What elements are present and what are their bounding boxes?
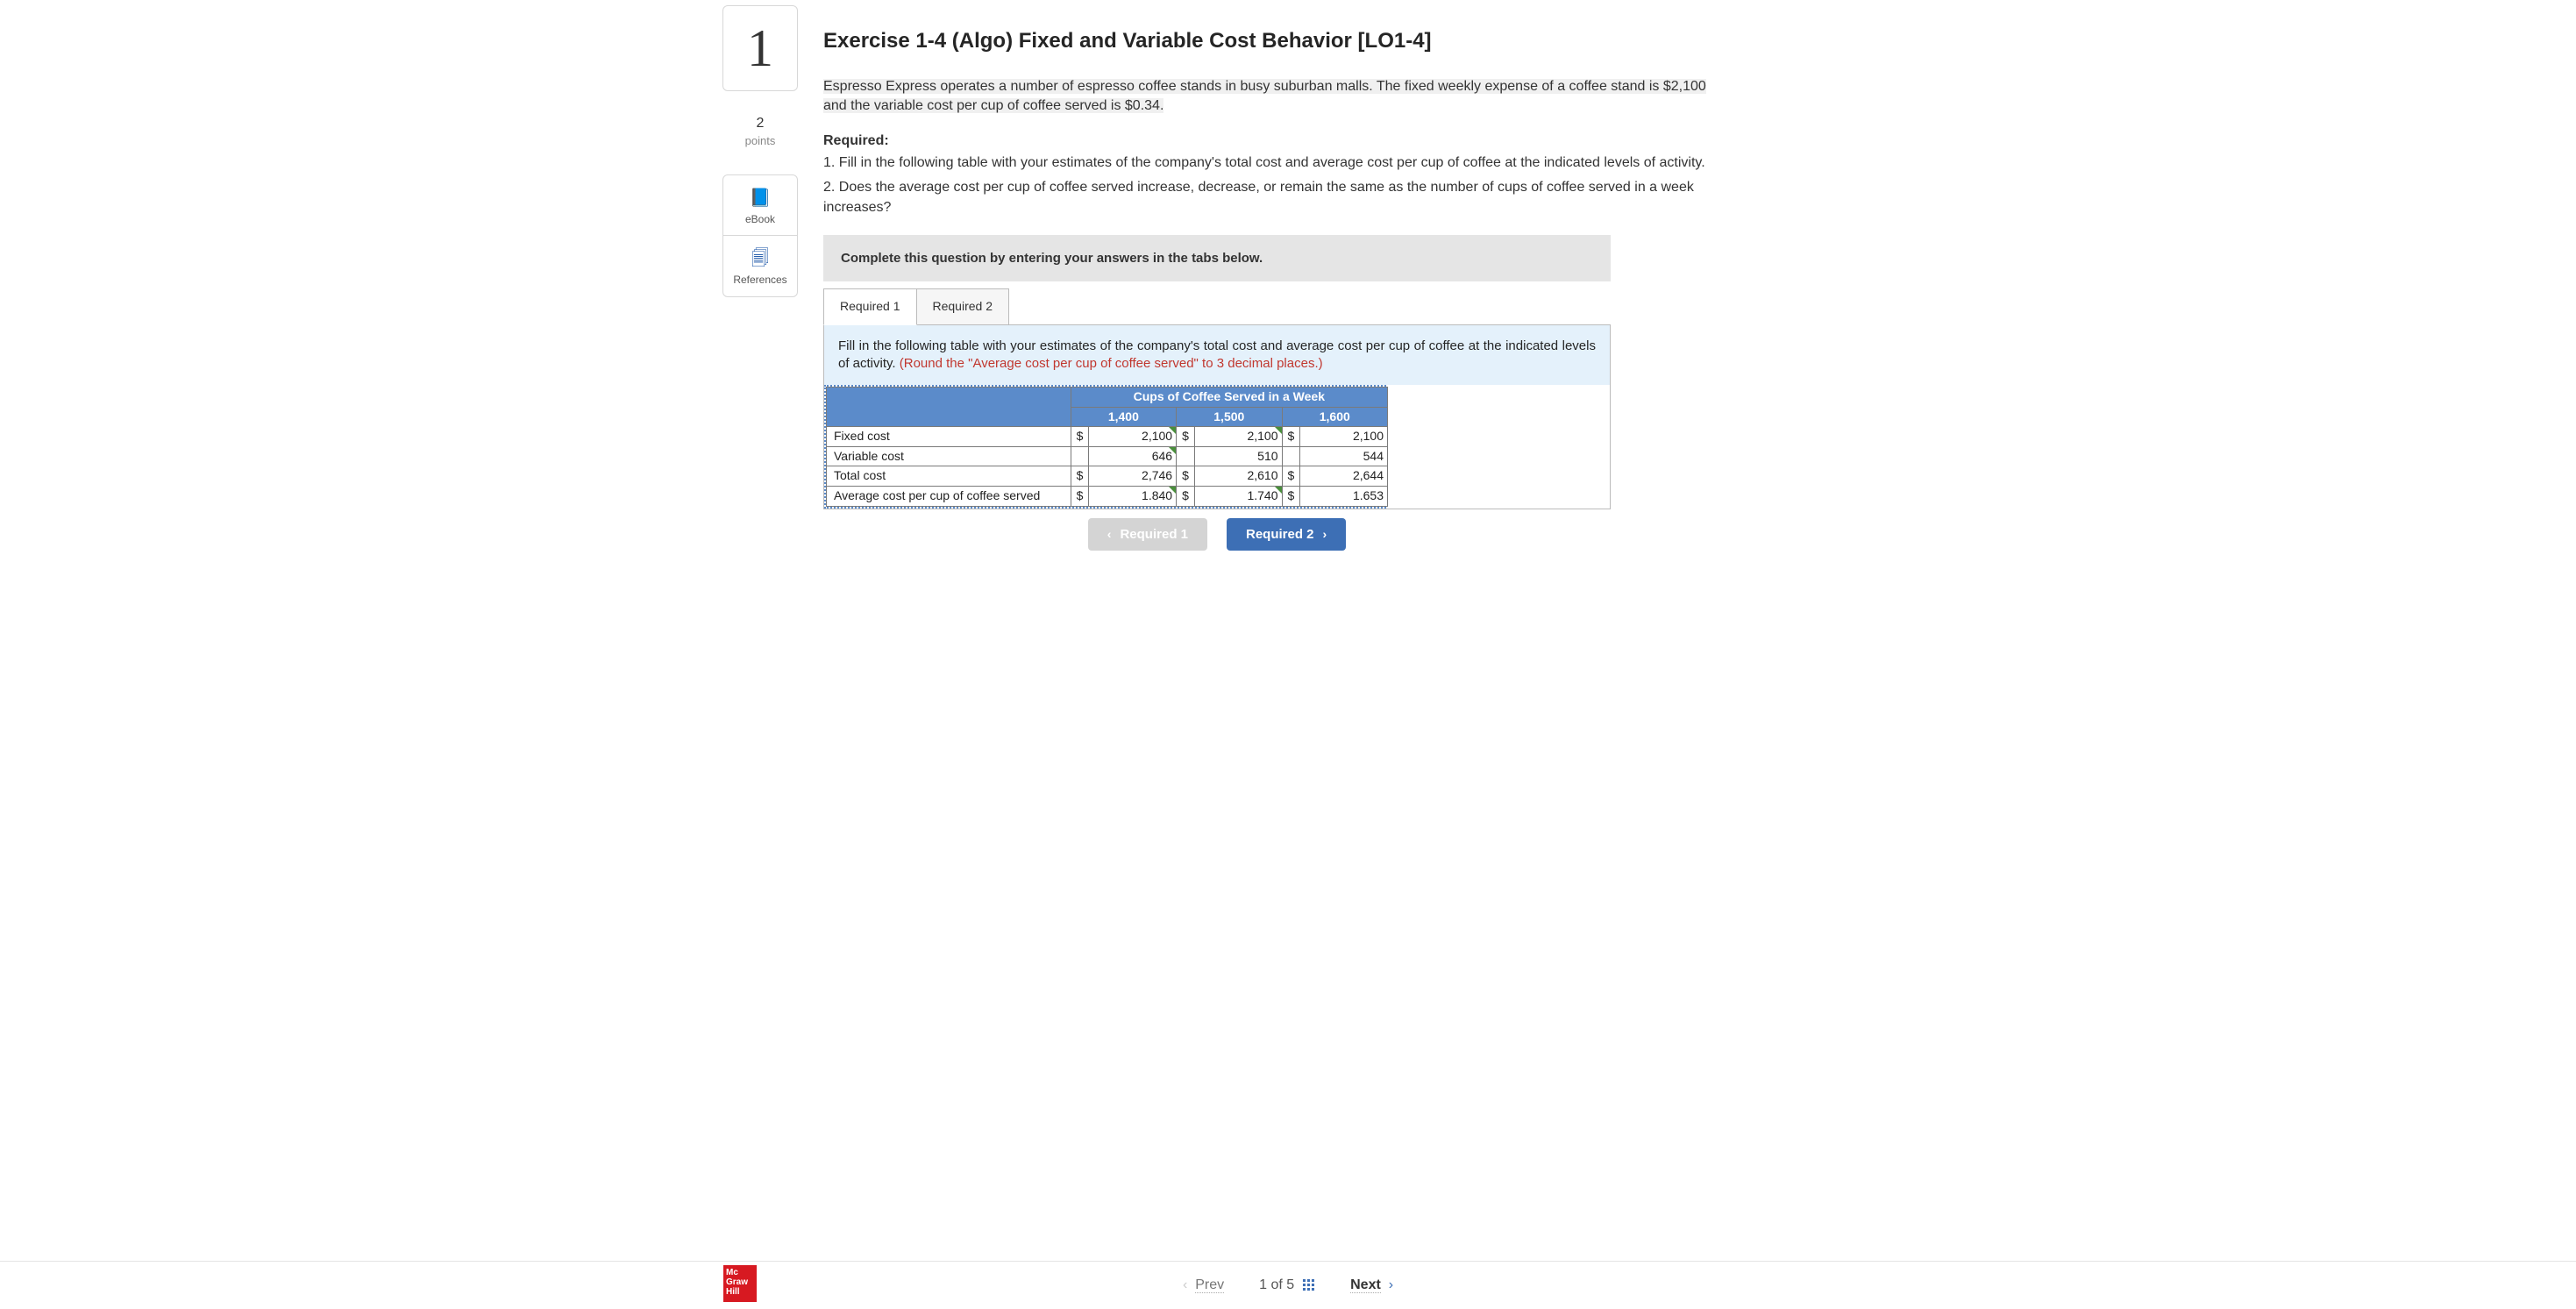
- validation-corner-icon: [1169, 487, 1176, 494]
- table-row: Average cost per cup of coffee served$1.…: [827, 487, 1388, 507]
- col-header-2: 1,500: [1177, 407, 1282, 427]
- cell-input[interactable]: 2,644: [1300, 466, 1388, 487]
- references-button[interactable]: 🗐 References: [723, 235, 797, 296]
- book-icon: 📘: [727, 186, 793, 210]
- cell-input[interactable]: 646: [1089, 446, 1177, 466]
- currency-symbol: [1177, 446, 1195, 466]
- chevron-right-icon: ›: [1323, 527, 1327, 541]
- tab-required-1[interactable]: Required 1: [823, 288, 917, 325]
- tabs: Required 1 Required 2: [823, 288, 1709, 325]
- resource-buttons: 📘 eBook 🗐 References: [722, 174, 798, 298]
- validation-corner-icon: [1169, 427, 1176, 434]
- currency-symbol: $: [1177, 427, 1195, 447]
- step-nav: ‹ Required 1 Required 2 ›: [823, 518, 1611, 551]
- page-title: Exercise 1-4 (Algo) Fixed and Variable C…: [823, 26, 1709, 56]
- instruction-bar: Complete this question by entering your …: [823, 235, 1611, 281]
- table-row: Variable cost 646 510 544: [827, 446, 1388, 466]
- cell-input[interactable]: 2,100: [1089, 427, 1177, 447]
- cell-input[interactable]: 2,100: [1300, 427, 1388, 447]
- currency-symbol: $: [1071, 427, 1089, 447]
- points-label: points: [722, 133, 798, 149]
- currency-symbol: [1282, 446, 1300, 466]
- points-block: 2 points: [722, 114, 798, 150]
- prev-step-button: ‹ Required 1: [1088, 518, 1207, 551]
- ebook-label: eBook: [745, 213, 775, 225]
- rounding-note: (Round the "Average cost per cup of coff…: [900, 356, 1323, 371]
- row-label: Average cost per cup of coffee served: [827, 487, 1071, 507]
- tab-required-2[interactable]: Required 2: [916, 288, 1010, 325]
- table-row: Fixed cost$2,100$2,100$2,100: [827, 427, 1388, 447]
- question-number-box: 1: [722, 5, 798, 91]
- chevron-left-icon: ‹: [1183, 1277, 1187, 1292]
- footer-next[interactable]: Next ›: [1350, 1276, 1393, 1295]
- chevron-right-icon: ›: [1389, 1277, 1393, 1292]
- row-label: Variable cost: [827, 446, 1071, 466]
- logo-line-2: Graw: [726, 1277, 754, 1287]
- cell-input[interactable]: 2,100: [1194, 427, 1282, 447]
- row-label: Fixed cost: [827, 427, 1071, 447]
- footer-position: 1 of 5: [1259, 1276, 1315, 1295]
- required-header: Required:: [823, 132, 1709, 151]
- currency-symbol: $: [1177, 487, 1195, 507]
- footer-prev[interactable]: ‹ Prev: [1183, 1276, 1224, 1295]
- footer-next-label: Next: [1350, 1277, 1381, 1293]
- currency-symbol: $: [1282, 466, 1300, 487]
- required-item-2: 2. Does the average cost per cup of coff…: [823, 178, 1709, 217]
- cost-table: Cups of Coffee Served in a Week 1,400 1,…: [826, 387, 1388, 507]
- validation-corner-icon: [1275, 427, 1282, 434]
- grid-icon[interactable]: [1303, 1279, 1315, 1291]
- cell-input[interactable]: 2,746: [1089, 466, 1177, 487]
- cell-input[interactable]: 2,610: [1194, 466, 1282, 487]
- footer-prev-label: Prev: [1195, 1277, 1224, 1293]
- cell-input[interactable]: 544: [1300, 446, 1388, 466]
- scenario-text: Espresso Express operates a number of es…: [823, 79, 1706, 113]
- footer-bar: Mc Graw Hill ‹ Prev 1 of 5 Next ›: [0, 1261, 2576, 1309]
- logo-line-3: Hill: [726, 1287, 754, 1297]
- footer-position-text: 1 of 5: [1259, 1276, 1294, 1295]
- tab-body: Fill in the following table with your es…: [823, 324, 1611, 509]
- question-number: 1: [747, 11, 773, 85]
- currency-symbol: $: [1282, 487, 1300, 507]
- row-label: Total cost: [827, 466, 1071, 487]
- col-header-1: 1,400: [1071, 407, 1176, 427]
- currency-symbol: $: [1071, 466, 1089, 487]
- validation-corner-icon: [1169, 447, 1176, 454]
- ebook-button[interactable]: 📘 eBook: [723, 175, 797, 236]
- validation-corner-icon: [1275, 487, 1282, 494]
- tab-label: Required 2: [933, 299, 993, 313]
- prompt-block: Espresso Express operates a number of es…: [823, 77, 1709, 217]
- cell-input[interactable]: 1.840: [1089, 487, 1177, 507]
- references-label: References: [733, 274, 786, 286]
- copy-icon: 🗐: [727, 246, 793, 271]
- next-step-label: Required 2: [1246, 527, 1314, 542]
- cell-input[interactable]: 510: [1194, 446, 1282, 466]
- blank-corner: [827, 388, 1071, 427]
- currency-symbol: [1071, 446, 1089, 466]
- table-row: Total cost$2,746$2,610$2,644: [827, 466, 1388, 487]
- currency-symbol: $: [1071, 487, 1089, 507]
- points-value: 2: [722, 114, 798, 133]
- chevron-left-icon: ‹: [1107, 527, 1112, 541]
- prev-step-label: Required 1: [1120, 527, 1188, 542]
- cell-input[interactable]: 1.653: [1300, 487, 1388, 507]
- required-item-1: 1. Fill in the following table with your…: [823, 153, 1709, 173]
- next-step-button[interactable]: Required 2 ›: [1227, 518, 1346, 551]
- cell-input[interactable]: 1.740: [1194, 487, 1282, 507]
- tab-instructions: Fill in the following table with your es…: [824, 325, 1610, 386]
- tab-label: Required 1: [840, 299, 900, 313]
- logo-line-1: Mc: [726, 1268, 754, 1277]
- col-header-3: 1,600: [1282, 407, 1387, 427]
- currency-symbol: $: [1282, 427, 1300, 447]
- super-header: Cups of Coffee Served in a Week: [1071, 388, 1387, 408]
- currency-symbol: $: [1177, 466, 1195, 487]
- mcgraw-hill-logo: Mc Graw Hill: [723, 1265, 757, 1302]
